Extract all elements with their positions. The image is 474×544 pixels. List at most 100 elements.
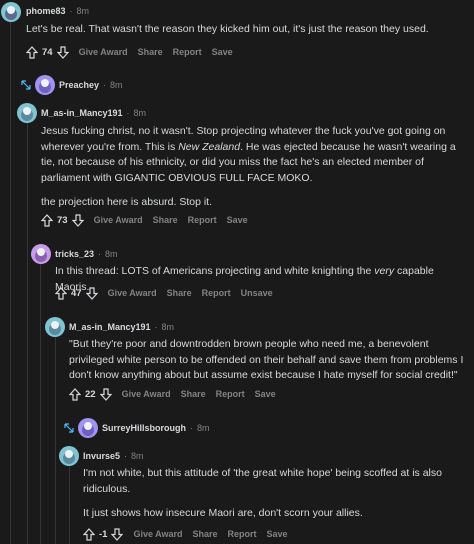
vote-count: 74 [42,46,53,58]
username[interactable]: M_as-in_Mancy191 [69,322,151,332]
save-button[interactable]: Save [255,389,276,399]
upvote-arrow-icon[interactable] [55,286,67,300]
comment-header: Preachey · 8m [59,80,123,90]
comment-header: Invurse5 · 8m [83,451,144,461]
comment-body: "But they're poor and downtrodden brown … [69,337,467,393]
snoo-avatar-icon [21,107,33,121]
share-button[interactable]: Share [181,389,206,399]
thread-line[interactable] [69,465,70,544]
downvote-arrow-icon[interactable] [71,213,84,227]
give-award-button[interactable]: Give Award [122,389,171,399]
username[interactable]: Preachey [59,80,99,90]
snoo-avatar-icon [82,422,94,436]
vote-count: 22 [85,388,96,400]
upvote-arrow-icon[interactable] [69,387,81,401]
share-button[interactable]: Share [138,47,163,57]
vote-widget: 73 [41,213,84,227]
timestamp[interactable]: 8m [197,423,210,433]
give-award-button[interactable]: Give Award [108,288,157,298]
snoo-avatar-icon [5,6,17,20]
username[interactable]: M_as-in_Mancy191 [41,108,123,118]
share-button[interactable]: Share [192,529,217,539]
avatar[interactable] [17,103,37,123]
report-button[interactable]: Report [173,47,202,57]
separator: · [126,108,130,118]
save-button[interactable]: Save [267,529,288,539]
avatar[interactable] [1,2,21,22]
avatar[interactable] [59,446,79,466]
share-button[interactable]: Share [153,215,178,225]
comment-header: M_as-in_Mancy191 · 8m [69,322,174,332]
expand-arrows-icon[interactable] [20,79,32,91]
vote-count: -1 [99,528,108,540]
comment-header: M_as-in_Mancy191 · 8m [41,108,146,118]
text-span: In this thread: LOTS of Americans projec… [55,265,375,277]
avatar[interactable] [78,418,98,438]
comment-text: It just shows how insecure Maori are, do… [83,507,363,519]
separator: · [124,451,128,461]
give-award-button[interactable]: Give Award [79,47,128,57]
upvote-arrow-icon[interactable] [41,213,53,227]
save-button[interactable]: Save [212,47,233,57]
comment-header: tricks_23 · 8m [55,249,118,259]
avatar[interactable] [31,244,51,264]
downvote-arrow-icon[interactable] [56,45,69,59]
username[interactable]: phome83 [26,6,66,16]
upvote-arrow-icon[interactable] [26,45,38,59]
report-button[interactable]: Report [202,288,231,298]
report-button[interactable]: Report [188,215,217,225]
snoo-avatar-icon [35,248,47,262]
comment-body: Jesus fucking christ, no it wasn't. Stop… [41,124,466,220]
comment-actions: -1 Give Award Share Report Save [83,526,288,542]
timestamp[interactable]: 8m [131,451,144,461]
separator: · [103,80,107,90]
vote-widget: 74 [26,45,69,59]
vote-count: 73 [57,214,68,226]
expand-arrows-icon[interactable] [63,422,75,434]
downvote-arrow-icon[interactable] [111,527,124,541]
save-button[interactable]: Save [227,215,248,225]
share-button[interactable]: Share [167,288,192,298]
separator: · [69,6,73,16]
comment-actions: 74 Give Award Share Report Save [26,44,233,60]
avatar[interactable] [35,75,55,95]
thread-line[interactable] [10,22,11,544]
snoo-avatar-icon [39,79,51,93]
thread-line[interactable] [27,122,28,544]
downvote-arrow-icon[interactable] [85,286,98,300]
report-button[interactable]: Report [216,389,245,399]
timestamp[interactable]: 8m [162,322,175,332]
give-award-button[interactable]: Give Award [94,215,143,225]
comment-text: I'm not white, but this attitude of 'the… [83,467,442,495]
unsave-button[interactable]: Unsave [241,288,273,298]
timestamp[interactable]: 8m [134,108,147,118]
comment-text: "But they're poor and downtrodden brown … [69,338,464,381]
comment-text: Jesus fucking christ, no it wasn't. Stop… [41,124,466,186]
thread-line[interactable] [55,336,56,544]
comment-body: Let's be real. That wasn't the reason th… [26,22,466,47]
snoo-avatar-icon [49,321,61,335]
username[interactable]: tricks_23 [55,249,94,259]
comment-text: the projection here is absurd. Stop it. [41,196,213,208]
timestamp[interactable]: 8m [110,80,123,90]
username[interactable]: SurreyHillsborough [102,423,186,433]
upvote-arrow-icon[interactable] [83,527,95,541]
comment-actions: 22 Give Award Share Report Save [69,386,276,402]
comment-body: I'm not white, but this attitude of 'the… [83,466,467,531]
timestamp[interactable]: 8m [77,6,90,16]
snoo-avatar-icon [63,450,75,464]
report-button[interactable]: Report [228,529,257,539]
username[interactable]: Invurse5 [83,451,120,461]
vote-widget: 47 [55,286,98,300]
downvote-arrow-icon[interactable] [99,387,112,401]
timestamp[interactable]: 8m [105,249,118,259]
emphasis-text: very [374,265,395,277]
thread-line[interactable] [40,262,41,544]
avatar[interactable] [45,317,65,337]
comment-text: Let's be real. That wasn't the reason th… [26,23,429,35]
give-award-button[interactable]: Give Award [133,529,182,539]
vote-widget: -1 [83,527,124,541]
emphasis-text: New Zealand [178,140,241,153]
separator: · [98,249,102,259]
comment-header: SurreyHillsborough · 8m [102,423,210,433]
